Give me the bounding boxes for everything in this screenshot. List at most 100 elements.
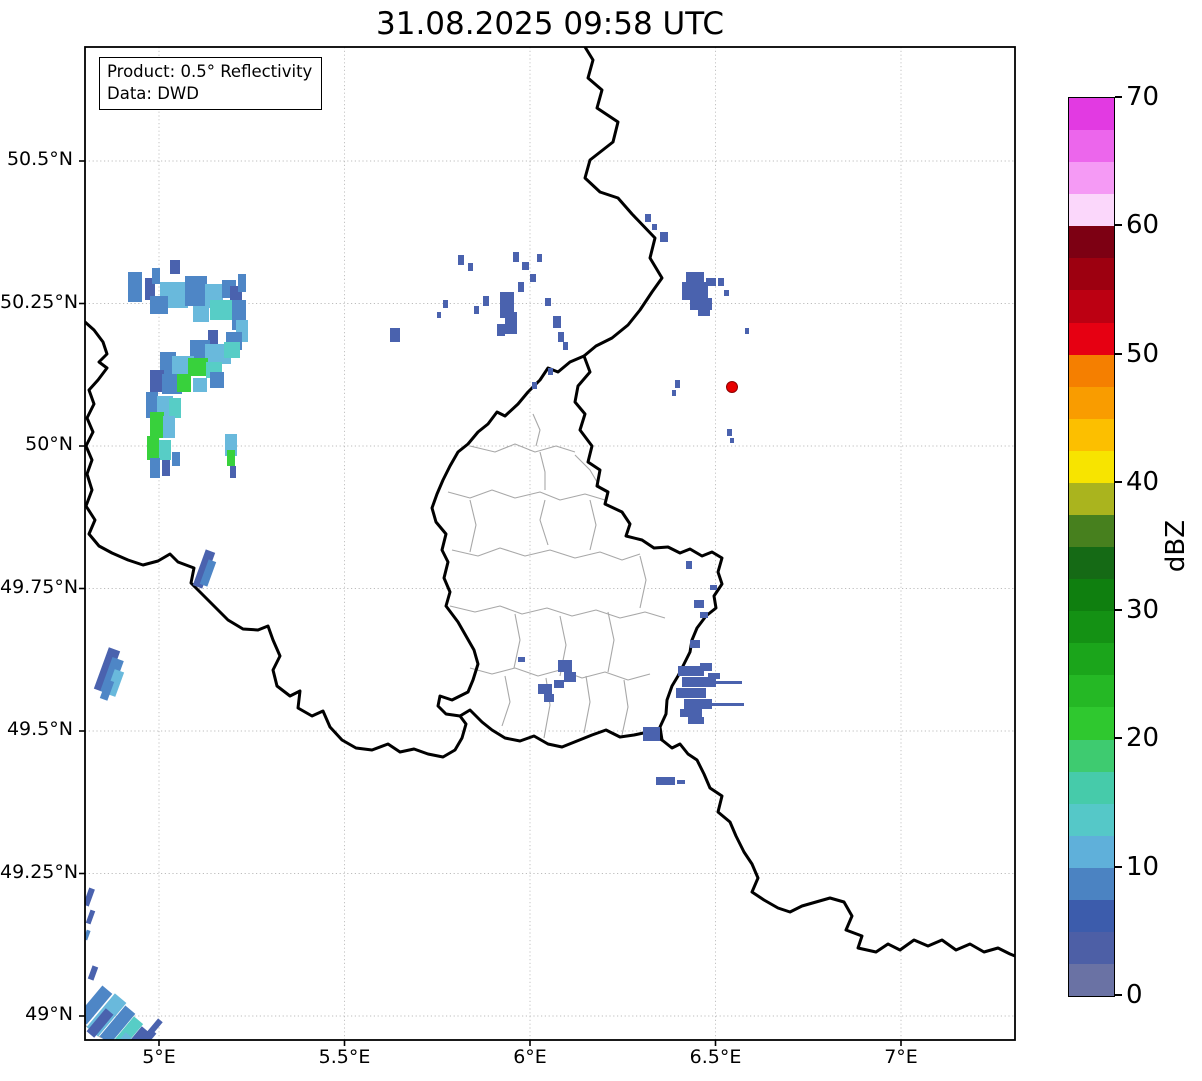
echo-cell: [150, 370, 164, 392]
echo-cell: [150, 412, 164, 438]
y-tick-label: 50°N: [25, 433, 73, 455]
colorbar-segment: [1069, 932, 1114, 965]
y-tick-label: 50.5°N: [6, 148, 73, 170]
colorbar-tick-mark: [1115, 352, 1122, 355]
echo-cell: [718, 278, 724, 286]
colorbar: [1068, 97, 1115, 997]
echo-cell: [548, 368, 553, 375]
echo-cell: [147, 436, 159, 460]
colorbar-segment: [1069, 98, 1114, 131]
echo-cell: [152, 268, 160, 284]
echo-cell: [745, 328, 749, 334]
canton-border-line: [449, 605, 666, 619]
canton-border-line: [583, 675, 591, 734]
radar-figure: 31.08.2025 09:58 UTC Product: 0.5° Refle…: [0, 0, 1202, 1081]
echo-cell: [727, 429, 732, 436]
colorbar-segment: [1069, 162, 1114, 195]
echo-cell: [468, 263, 473, 271]
colorbar-segment: [1069, 739, 1114, 772]
echo-cell: [193, 306, 209, 322]
echo-cell: [700, 663, 712, 671]
echo-cell: [698, 308, 710, 316]
echo-cell: [708, 673, 720, 679]
colorbar-tick-label: 50: [1126, 338, 1160, 369]
colorbar-segment: [1069, 771, 1114, 804]
echo-cell: [185, 276, 207, 306]
colorbar-segment: [1069, 226, 1114, 259]
echo-cell: [172, 452, 180, 466]
echo-cell: [443, 300, 448, 308]
canton-border-line: [501, 675, 511, 727]
colorbar-segment: [1069, 547, 1114, 580]
colorbar-segment: [1069, 450, 1114, 483]
canton-border-line: [607, 611, 615, 673]
canton-border-line: [589, 499, 597, 551]
echo-cell: [686, 561, 692, 569]
echo-cell: [545, 298, 551, 306]
echo-cell: [224, 342, 240, 358]
echo-cell: [85, 909, 96, 925]
echo-cell: [706, 278, 716, 286]
colorbar-tick-mark: [1115, 865, 1122, 868]
colorbar-axis-label: dBZ: [1161, 519, 1191, 573]
colorbar-segment: [1069, 579, 1114, 612]
country-border-line: [660, 738, 1015, 958]
echo-cell: [694, 600, 704, 608]
echo-cell: [188, 358, 208, 376]
country-borders: [85, 47, 1015, 958]
echo-cell: [170, 260, 180, 274]
echo-cell: [163, 416, 175, 438]
y-tick-label: 49°N: [25, 1003, 73, 1025]
echo-cell: [688, 717, 704, 724]
echo-cell: [87, 965, 99, 981]
echo-cell: [730, 438, 734, 443]
product-line: Product: 0.5° Reflectivity: [107, 62, 313, 81]
echo-cell: [680, 709, 702, 717]
canton-border-line: [469, 443, 576, 453]
colorbar-segment: [1069, 803, 1114, 836]
echo-cell: [553, 316, 561, 328]
echo-cell: [210, 372, 224, 388]
colorbar-segment: [1069, 354, 1114, 387]
y-tick-label: 49.25°N: [0, 860, 79, 883]
canton-border-line: [639, 555, 647, 609]
colorbar-segment: [1069, 130, 1114, 163]
colorbar-tick-label: 60: [1126, 210, 1160, 241]
colorbar-segment: [1069, 643, 1114, 676]
echo-cell: [150, 296, 168, 314]
colorbar-segment: [1069, 258, 1114, 291]
echo-cell: [505, 312, 517, 334]
echo-cell: [474, 306, 479, 314]
canton-border-line: [532, 413, 541, 447]
echo-cell: [497, 324, 505, 336]
echo-cell: [677, 780, 685, 784]
echo-cell: [660, 232, 668, 242]
echo-cell: [564, 672, 576, 682]
echo-cell: [712, 703, 744, 706]
echo-cell: [238, 274, 246, 292]
echo-cell: [645, 214, 651, 222]
colorbar-tick-label: 0: [1126, 980, 1143, 1010]
echo-cell: [193, 378, 207, 392]
echo-cell: [672, 390, 676, 396]
x-tick-label: 5°E: [142, 1046, 176, 1068]
graticule-gridlines: [85, 47, 1015, 1040]
echo-cell: [676, 688, 706, 698]
echo-cell: [227, 450, 235, 466]
radar-echoes: [85, 214, 749, 1040]
colorbar-segment: [1069, 194, 1114, 227]
echo-cell: [159, 440, 171, 460]
colorbar-segment: [1069, 867, 1114, 900]
echo-cell: [563, 342, 568, 350]
x-tick-label: 5.5°E: [318, 1046, 371, 1068]
country-border-line: [85, 320, 468, 759]
colorbar-segment: [1069, 675, 1114, 708]
echo-cell: [150, 458, 160, 478]
echo-cell: [483, 296, 489, 306]
echo-cell: [684, 699, 712, 709]
echo-cell: [162, 460, 170, 476]
echo-cell: [177, 374, 191, 392]
echo-cell: [513, 252, 519, 262]
colorbar-segment: [1069, 515, 1114, 548]
colorbar-segment: [1069, 899, 1114, 933]
